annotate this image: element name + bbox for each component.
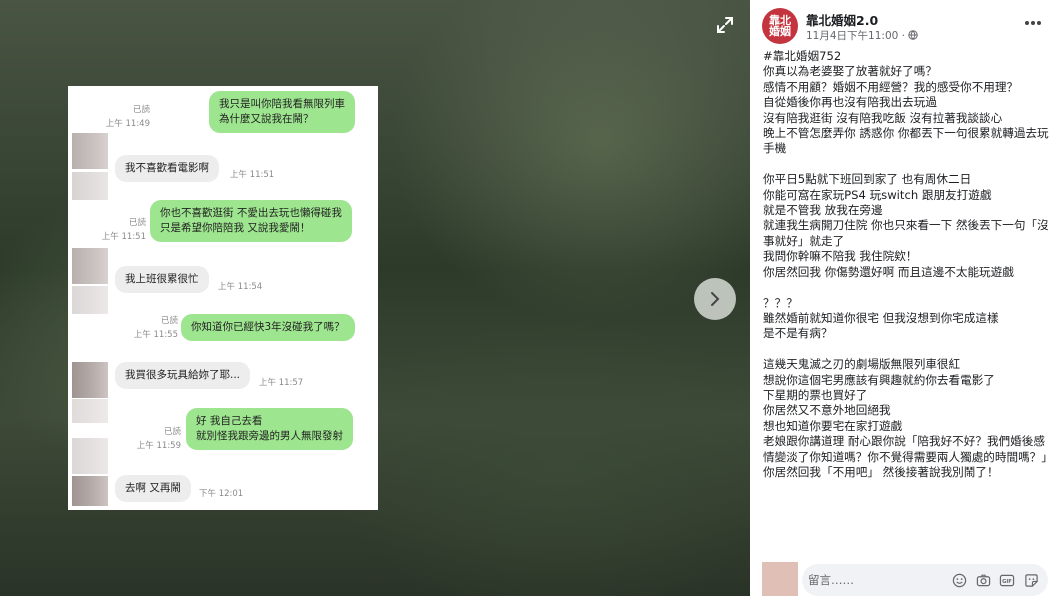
blurred-avatar [72,476,108,506]
read-receipt: 已読 上午 11:51 [101,218,146,242]
sticker-icon[interactable] [1022,571,1040,589]
page-avatar[interactable]: 靠北婚姻 [762,8,798,44]
post-text: #靠北婚姻752 你真以為老婆娶了放著就好了嗎？ 感情不用顧？婚姻不用經營？我的… [763,49,1053,479]
message-time: 下午 12:01 [199,489,244,499]
comment-placeholder: 留言…… [808,573,854,587]
more-options-button[interactable] [1020,12,1046,34]
camera-icon[interactable] [974,571,992,589]
chat-screenshot: 已読 上午 11:49 我只是叫你陪我看無限列車 為什麼又說我在鬧？ 我不喜歡看… [68,86,378,510]
chat-bubble-outgoing: 你知道你已經快3年沒碰我了嗎？ [181,314,355,341]
gif-icon[interactable]: GIF [998,571,1016,589]
read-receipt: 已読 上午 11:59 [136,427,181,451]
globe-icon [908,30,919,40]
read-receipt: 已読 上午 11:49 [105,105,150,129]
chat-bubble-outgoing: 我只是叫你陪我看無限列車 為什麼又說我在鬧？ [209,91,355,133]
chat-bubble-incoming: 我上班很累很忙 [115,266,209,293]
blurred-avatar [72,362,108,398]
read-receipt: 已読 上午 11:55 [133,316,178,340]
blurred-avatar [72,438,108,474]
blurred-avatar [72,133,108,169]
chat-bubble-incoming: 我不喜歡看電影啊 [115,155,219,182]
page-name-link[interactable]: 靠北婚姻2.0 [806,10,878,29]
message-time: 上午 11:51 [230,170,275,180]
chevron-right-icon [711,292,720,306]
post-panel: 靠北婚姻 靠北婚姻2.0 11月4日下午11:00 · #靠北婚姻752 你真以… [750,0,1060,596]
post-timestamp[interactable]: 11月4日下午11:00 · [806,28,919,43]
expand-button[interactable] [712,12,738,38]
expand-arrows-icon [717,17,733,33]
blurred-avatar [72,172,108,200]
message-time: 上午 11:57 [259,378,304,388]
user-avatar [762,562,798,596]
comment-input[interactable]: 留言…… GIF [802,564,1048,596]
message-time: 上午 11:54 [218,282,263,292]
chat-bubble-incoming: 我買很多玩具給妳了耶... [115,362,251,389]
more-dots-icon [1025,21,1041,25]
chat-bubble-outgoing: 你也不喜歡逛街 不愛出去玩也懶得碰我 只是希望你陪陪我 又說我愛鬧！ [150,200,352,242]
page-avatar-logo: 靠北婚姻 [769,14,791,38]
comment-bar: 留言…… GIF [750,558,1060,596]
blurred-avatar [72,286,108,314]
blurred-avatar [72,248,108,284]
chat-bubble-outgoing: 好 我自己去看 就別怪我跟旁邊的男人無限發射 [186,408,353,450]
chat-bubble-incoming: 去啊 又再鬧 [115,475,191,502]
blurred-avatar [72,399,108,423]
next-photo-button[interactable] [694,278,736,320]
emoji-icon[interactable] [950,571,968,589]
photo-viewer: 已読 上午 11:49 我只是叫你陪我看無限列車 為什麼又說我在鬧？ 我不喜歡看… [0,0,750,596]
svg-text:GIF: GIF [1002,578,1012,584]
